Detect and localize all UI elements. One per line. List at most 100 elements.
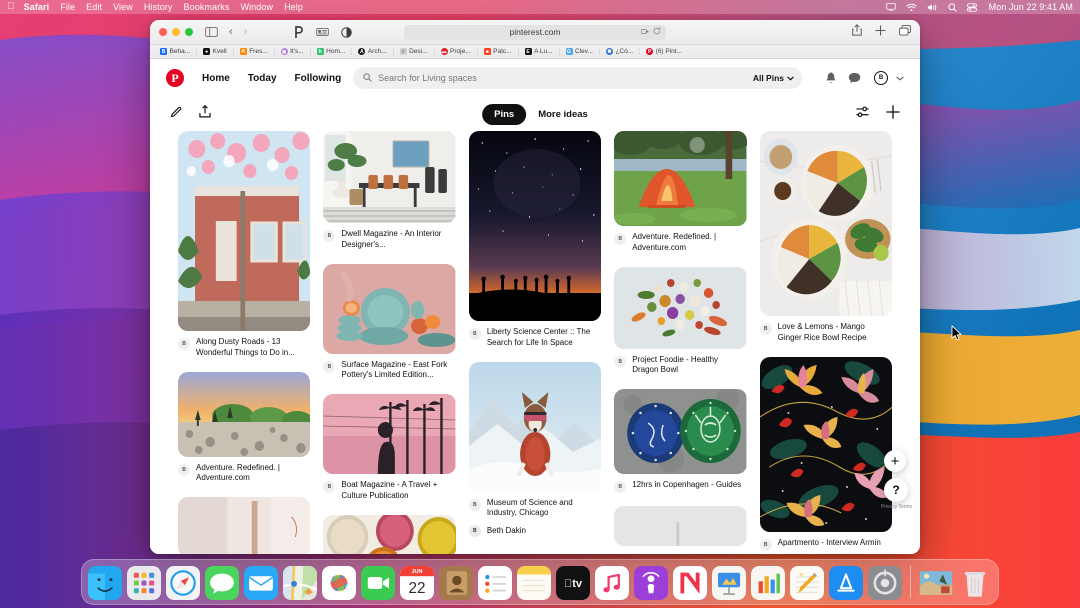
dock-app-numbers[interactable] [751, 566, 785, 600]
screen-mirroring-icon[interactable] [885, 3, 896, 11]
pin-card[interactable]: B Adventure. Redefined. | Adventure.com [614, 131, 747, 254]
dock-app-safari[interactable] [166, 566, 200, 600]
notifications-bell-icon[interactable] [825, 71, 837, 85]
dock-app-calendar[interactable]: JUN 22 [400, 566, 434, 600]
menu-item-help[interactable]: Help [284, 2, 303, 12]
dock-app-pages[interactable]: “ [790, 566, 824, 600]
dock-app-facetime[interactable] [361, 566, 395, 600]
bookmark-item[interactable]: B Beha... [154, 48, 196, 55]
close-window-button[interactable] [159, 28, 167, 36]
pin-image-pink-sky-silhouette-palms[interactable] [323, 394, 456, 475]
all-pins-filter-button[interactable]: All Pins [753, 73, 794, 83]
privacy-terms-label[interactable]: Privacy Terms [881, 504, 912, 510]
avatar[interactable]: B [874, 71, 888, 85]
pin-card[interactable]: B Liberty Science Center :: The Search f… [468, 131, 602, 349]
volume-icon[interactable] [927, 3, 938, 12]
window-controls[interactable] [159, 28, 193, 36]
pin-card[interactable] [323, 514, 456, 554]
pin-author[interactable]: B Beth Dakin [468, 524, 601, 538]
pin-card[interactable]: B Surface Magazine - East Fork Pottery's… [323, 263, 456, 382]
dock-app-podcasts[interactable] [634, 566, 668, 600]
dock-app-photos[interactable] [322, 566, 356, 600]
filter-sliders-icon[interactable] [856, 105, 869, 123]
pin-image-grey-placeholder[interactable] [614, 506, 747, 547]
menu-item-bookmarks[interactable]: Bookmarks [184, 2, 230, 12]
contrast-icon[interactable] [341, 26, 353, 38]
reader-card-icon[interactable] [316, 27, 330, 37]
dock-app-mail[interactable] [244, 566, 278, 600]
help-fab-button[interactable]: ? [884, 478, 908, 502]
pin-image-colorful-dips-bowls[interactable] [323, 514, 456, 554]
pin-image-pink-house-bougainvillea[interactable] [178, 131, 311, 331]
add-plus-icon[interactable] [886, 104, 900, 124]
menu-item-view[interactable]: View [113, 2, 133, 12]
apple-logo-icon[interactable]:  [7, 2, 15, 12]
pin-card[interactable] [178, 497, 311, 554]
pin-card[interactable]: B Along Dusty Roads - 13 Wonderful Thing… [178, 131, 311, 359]
minimize-window-button[interactable] [172, 28, 180, 36]
new-tab-icon[interactable] [875, 23, 886, 41]
back-button[interactable]: ‹ [229, 26, 233, 38]
zoom-window-button[interactable] [185, 28, 193, 36]
bookmark-item[interactable]: ▬ Proje... [433, 48, 477, 55]
dock-trash[interactable] [958, 566, 992, 600]
bookmark-item[interactable]: ● Kvell [196, 48, 233, 55]
forward-button[interactable]: › [244, 26, 248, 38]
dock-app-contacts[interactable] [439, 566, 473, 600]
dock-app-finder[interactable] [88, 566, 122, 600]
bookmark-item[interactable]: h Hom... [309, 48, 352, 55]
dock-app-news[interactable] [673, 566, 707, 600]
dock-app-maps[interactable] [283, 566, 317, 600]
pin-image-starry-night-silhouettes[interactable] [468, 131, 602, 321]
pin-image-blue-green-ceramic-plates[interactable] [614, 389, 747, 475]
dock-app-messages[interactable] [205, 566, 239, 600]
bookmark-item[interactable]: ✺ ¿Có... [598, 48, 639, 55]
menu-item-edit[interactable]: Edit [86, 2, 102, 12]
menu-item-window[interactable]: Window [240, 2, 273, 12]
share-icon[interactable] [852, 23, 862, 41]
pin-image-ingredients-flatlay[interactable] [614, 266, 747, 349]
menu-bar-clock[interactable]: Mon Jun 22 9:41 AM [989, 2, 1073, 12]
pin-image-rice-bowls-marble[interactable] [759, 131, 893, 316]
messages-chat-icon[interactable] [848, 72, 861, 84]
sidebar-toggle-icon[interactable] [205, 27, 218, 37]
pin-card[interactable]: B Adventure. Redefined. | Adventure.com [178, 371, 311, 485]
spotlight-search-icon[interactable] [948, 2, 957, 12]
pin-image-people-sunset-field[interactable] [178, 371, 311, 457]
pin-image-dark-tropical-floral[interactable] [759, 356, 893, 532]
dock-app-notes[interactable] [517, 566, 551, 600]
pin-card[interactable]: B Apartmento - Interview Armin [759, 356, 893, 551]
create-pin-fab-button[interactable]: + [884, 450, 906, 472]
wifi-icon[interactable] [905, 3, 917, 12]
pin-card[interactable]: B Dwell Magazine - An Interior Designer'… [323, 131, 456, 251]
tab-pins[interactable]: Pins [482, 103, 527, 125]
menu-item-file[interactable]: File [60, 2, 75, 12]
bookmark-item[interactable]: ◉ It's... [273, 48, 310, 55]
pin-image-dining-room-interior[interactable] [323, 131, 456, 223]
dock-downloads-stack[interactable] [919, 566, 953, 600]
address-bar[interactable]: pinterest.com [404, 24, 666, 40]
search-input[interactable]: Search for Living spaces All Pins [353, 67, 802, 89]
pin-image-dog-goggles-snow-mountain[interactable] [468, 361, 602, 492]
pin-card[interactable]: B Boat Magazine - A Travel + Culture Pub… [323, 394, 456, 502]
pin-card[interactable]: B Project Foodie - Healthy Dragon Bowl [614, 266, 747, 377]
tab-overview-icon[interactable] [899, 23, 911, 41]
pin-image-teal-pottery-citrus[interactable] [323, 263, 456, 354]
pinterest-logo-icon[interactable]: P [166, 69, 184, 87]
bookmark-item[interactable]: ■ Patc... [476, 48, 518, 55]
pin-image-pale-interior-room[interactable] [178, 497, 311, 554]
bookmark-item[interactable]: G Clev... [558, 48, 599, 55]
pin-image-orange-tent-lakeside[interactable] [614, 131, 747, 226]
pin-card[interactable]: B Love & Lemons - Mango Ginger Rice Bowl… [759, 131, 893, 344]
menu-item-app-name[interactable]: Safari [24, 2, 50, 12]
pin-card[interactable]: B 12hrs in Copenhagen - Guides [614, 389, 747, 494]
bookmark-item[interactable]: R Fres... [232, 48, 274, 55]
dock-app-keynote[interactable] [712, 566, 746, 600]
bookmark-item[interactable]: A Arch... [351, 48, 392, 55]
edit-pencil-icon[interactable] [170, 105, 182, 123]
nav-link-today[interactable]: Today [248, 73, 277, 84]
account-chevron-down-icon[interactable] [896, 76, 904, 81]
control-center-icon[interactable] [966, 2, 977, 12]
tab-more-ideas[interactable]: More ideas [538, 109, 588, 120]
pin-card[interactable] [614, 506, 747, 547]
